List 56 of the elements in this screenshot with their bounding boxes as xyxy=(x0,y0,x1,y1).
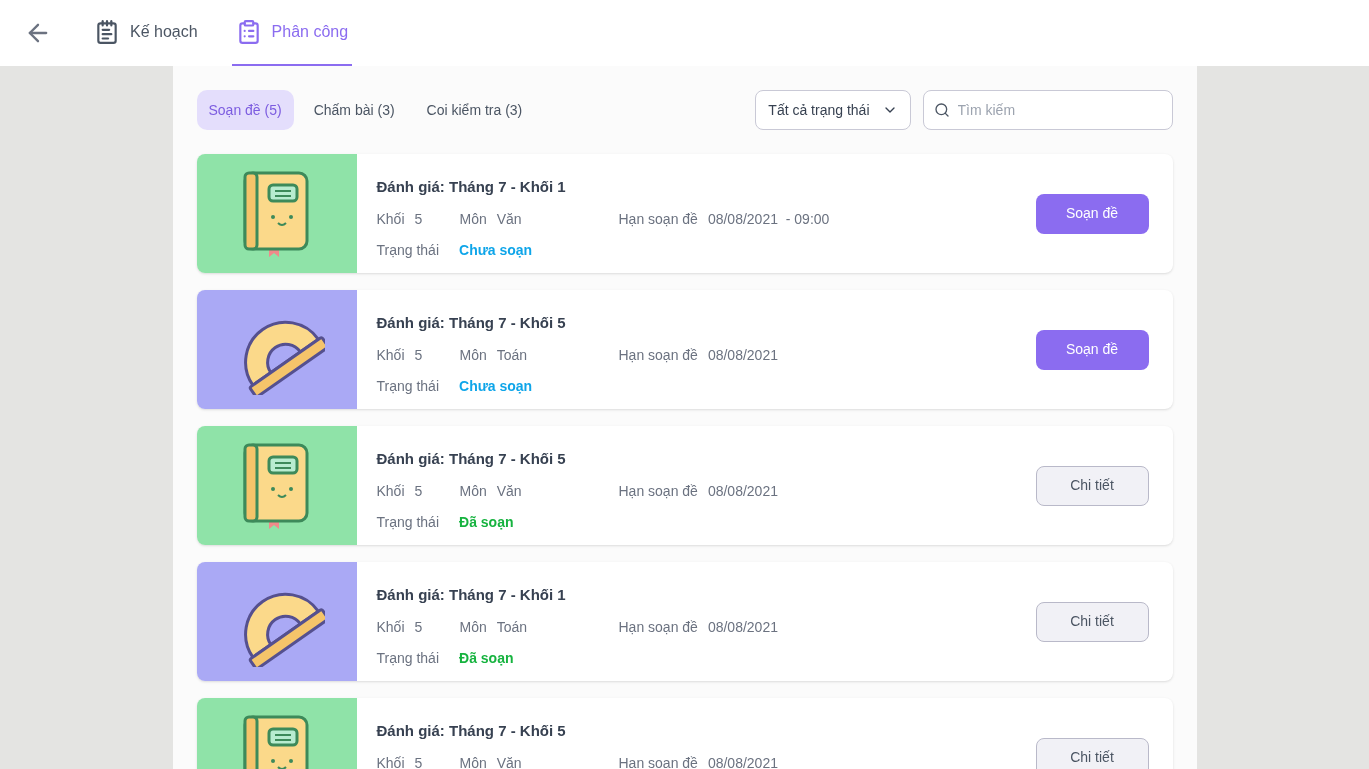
field-label: Môn xyxy=(459,481,487,501)
field-label: Môn xyxy=(459,617,487,637)
field-label: Khối xyxy=(376,617,405,637)
notepad-icon xyxy=(94,19,120,45)
card-title: Đánh giá: Tháng 7 - Khối 1 xyxy=(376,177,567,197)
field-label: Hạn soạn đề xyxy=(618,617,698,637)
status-value: Chưa soạn xyxy=(459,376,533,396)
search-field[interactable]: Tìm kiếm xyxy=(922,90,1173,130)
field-value: Toán xyxy=(496,617,528,637)
card-title: Đánh giá: Tháng 7 - Khối 5 xyxy=(376,313,567,333)
field-label: Môn xyxy=(459,209,487,229)
field-value: 08/08/2021 xyxy=(707,617,778,637)
filter-tab[interactable]: Coi kiểm tra (3) xyxy=(414,90,535,130)
filter-tab[interactable]: Soạn đề (5) xyxy=(196,90,294,130)
action-button[interactable]: Soạn đề xyxy=(1035,193,1149,234)
status-label: Trạng thái xyxy=(376,512,439,532)
action-button[interactable]: Chi tiết xyxy=(1035,465,1149,506)
field-value: 08/08/2021 xyxy=(707,481,778,501)
nav-tab[interactable]: Kế hoạch xyxy=(90,0,202,66)
card-title: Đánh giá: Tháng 7 - Khối 5 xyxy=(376,721,567,741)
filter-tab[interactable]: Chấm bài (3) xyxy=(301,90,407,130)
status-label: Trạng thái xyxy=(376,240,439,260)
field-label: Hạn soạn đề xyxy=(618,753,698,769)
status-label: Trạng thái xyxy=(376,648,439,668)
action-button[interactable]: Chi tiết xyxy=(1035,601,1149,642)
action-button[interactable]: Soạn đề xyxy=(1035,329,1149,370)
status-dropdown[interactable]: Tất cả trạng thái xyxy=(755,90,911,130)
field-value: 08/08/2021 xyxy=(707,753,778,769)
status-value: Đã soạn xyxy=(459,512,514,532)
field-value: 5 xyxy=(414,753,423,769)
status-label: Trạng thái xyxy=(376,376,439,396)
card-title: Đánh giá: Tháng 7 - Khối 1 xyxy=(376,585,567,605)
field-label: Khối xyxy=(376,209,405,229)
search-icon xyxy=(933,102,950,118)
field-value: 08/08/2021 - 09:00 xyxy=(707,209,830,229)
field-label: Hạn soạn đề xyxy=(618,481,698,501)
field-value: 5 xyxy=(414,481,423,501)
field-label: Môn xyxy=(459,345,487,365)
status-value: Chưa soạn xyxy=(459,240,533,260)
field-label: Hạn soạn đề xyxy=(618,209,698,229)
field-label: Môn xyxy=(459,753,487,769)
field-value: Toán xyxy=(496,345,528,365)
field-label: Hạn soạn đề xyxy=(618,345,698,365)
field-label: Khối xyxy=(376,345,405,365)
field-value: Văn xyxy=(496,209,522,229)
field-label: Khối xyxy=(376,753,405,769)
field-value: Văn xyxy=(496,481,522,501)
field-label: Khối xyxy=(376,481,405,501)
card-title: Đánh giá: Tháng 7 - Khối 5 xyxy=(376,449,567,469)
action-button[interactable]: Chi tiết xyxy=(1035,737,1149,769)
field-value: 5 xyxy=(414,617,423,637)
field-value: 5 xyxy=(414,209,423,229)
status-value: Đã soạn xyxy=(459,648,514,668)
field-value: 5 xyxy=(414,345,423,365)
field-value: Văn xyxy=(496,753,522,769)
field-value: 08/08/2021 xyxy=(707,345,778,365)
